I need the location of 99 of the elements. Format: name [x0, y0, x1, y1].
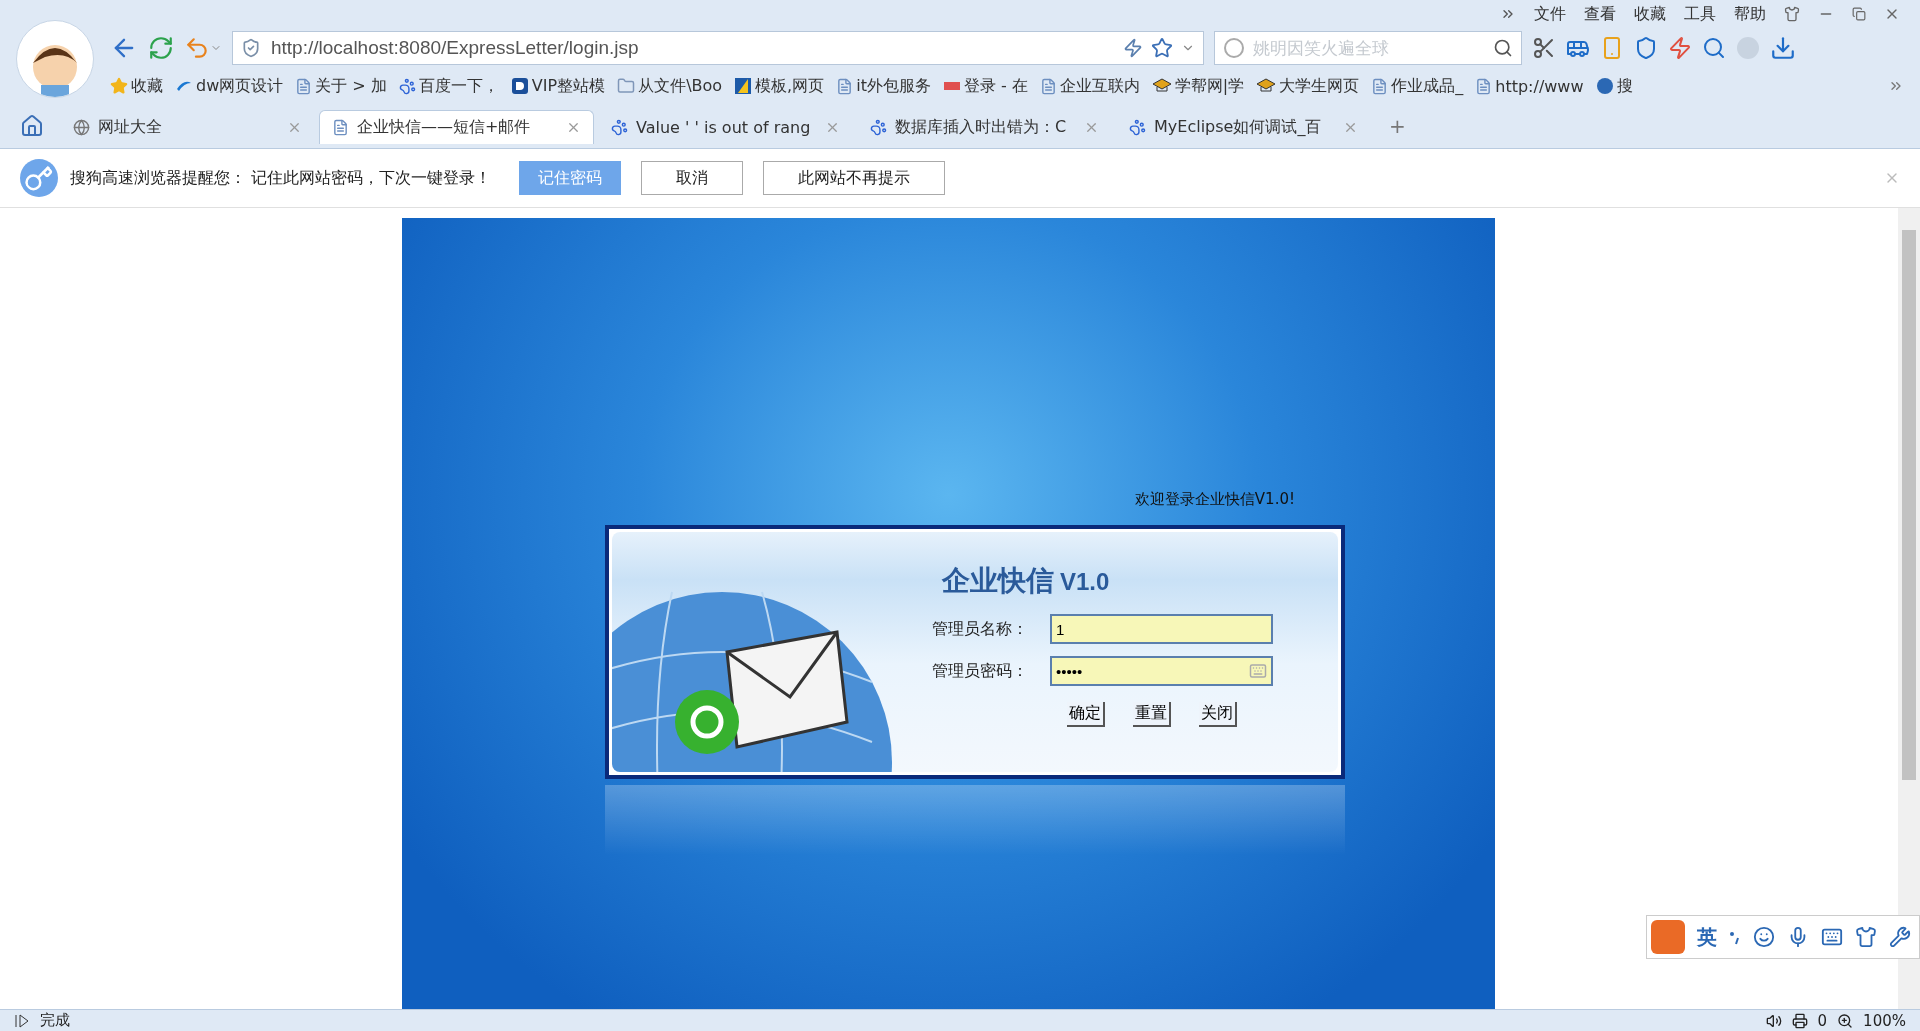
bookmark-item[interactable]: 搜 [1595, 75, 1633, 97]
lightning-icon[interactable] [1123, 38, 1143, 58]
hat-icon [1151, 78, 1172, 94]
bookmark-item[interactable]: it外包服务 [836, 75, 931, 97]
page-icon [332, 119, 349, 136]
paw-icon [1129, 119, 1146, 136]
search-engine-icon[interactable] [1223, 37, 1245, 59]
form-button[interactable]: 重置 [1133, 702, 1171, 727]
volume-icon[interactable] [1765, 1012, 1782, 1029]
field-label: 管理员名称： [932, 618, 1029, 640]
bookmark-item[interactable]: dw网页设计 [175, 75, 284, 97]
page-icon [1475, 77, 1493, 95]
notice-button[interactable]: 取消 [641, 161, 744, 195]
tile-icon [734, 77, 753, 95]
bookmark-item[interactable]: 收藏 [110, 75, 163, 97]
star-icon[interactable] [1151, 37, 1173, 59]
status-text: 完成 [40, 1011, 70, 1030]
bookmark-item[interactable]: http://www [1475, 76, 1584, 96]
punctuation-icon[interactable] [1729, 929, 1741, 945]
flash-icon[interactable] [1668, 36, 1692, 60]
undo-icon [184, 35, 210, 61]
zoom-icon[interactable] [1837, 1012, 1854, 1029]
undo-button[interactable] [184, 35, 222, 61]
close-icon[interactable] [287, 120, 302, 135]
home-icon[interactable] [20, 114, 44, 138]
restore-icon[interactable] [1852, 7, 1866, 21]
settings-icon[interactable] [1889, 926, 1911, 948]
page-icon [1371, 77, 1389, 95]
notice-button[interactable]: 此网站不再提示 [763, 161, 946, 195]
star-icon [110, 77, 128, 95]
circle-logo-icon [1595, 77, 1614, 95]
close-icon[interactable] [1084, 120, 1099, 135]
shield-icon[interactable] [1634, 36, 1658, 60]
field-label: 管理员密码： [932, 660, 1029, 682]
swirl-icon [175, 79, 193, 93]
badge-icon [510, 77, 529, 95]
search-icon[interactable] [1702, 36, 1726, 60]
bookmark-item[interactable]: 学帮网|学 [1151, 75, 1245, 97]
key-icon [20, 159, 58, 197]
app-title: 企业快信 V1.0 [942, 563, 1111, 599]
form-button[interactable]: 关闭 [1199, 702, 1237, 727]
search-icon[interactable] [1493, 38, 1513, 58]
browser-tab[interactable]: 企业快信——短信+邮件 [319, 110, 594, 144]
paw-icon [398, 77, 416, 95]
menu-item[interactable]: 查看 [1584, 3, 1616, 25]
username-field[interactable]: 1 [1050, 614, 1273, 644]
refresh-icon[interactable] [148, 35, 174, 61]
browser-tab[interactable]: Value ' ' is out of rang [598, 110, 853, 144]
page-icon [295, 77, 313, 95]
search-field[interactable]: 姚明因笑火遍全球 [1251, 37, 1487, 59]
bookmark-item[interactable]: 百度一下， [398, 75, 499, 97]
close-icon[interactable] [825, 120, 840, 135]
scrollbar[interactable] [1898, 208, 1920, 1009]
zoom-level[interactable]: 100% [1863, 1011, 1906, 1030]
scissors-icon[interactable] [1532, 36, 1556, 60]
skin-icon[interactable] [1784, 6, 1800, 22]
url-field[interactable]: http://localhost:8080/ExpressLetter/login.jsp [269, 36, 1115, 60]
globe-icon [73, 119, 90, 136]
bookmark-item[interactable]: VIP整站模 [510, 75, 606, 97]
browser-tab[interactable]: 网址大全 [60, 110, 315, 144]
printer-icon[interactable] [1791, 1012, 1808, 1029]
bookmark-item[interactable]: 从文件\Boo [617, 75, 723, 97]
address-bar[interactable]: http://localhost:8080/ExpressLetter/login.jsp [232, 31, 1204, 65]
shield-icon [241, 38, 261, 58]
password-field[interactable]: ••••• [1050, 656, 1273, 686]
keyboard-icon[interactable] [1821, 926, 1843, 948]
download-icon[interactable] [1770, 35, 1796, 61]
menu-item[interactable]: 帮助 [1734, 3, 1766, 25]
ime-logo-icon [1651, 920, 1685, 954]
menu-item[interactable]: 工具 [1684, 3, 1716, 25]
ime-mode[interactable]: 英 [1697, 923, 1717, 951]
form-button[interactable]: 确定 [1067, 702, 1105, 727]
bookmark-item[interactable]: 企业互联内 [1039, 75, 1140, 97]
bookmark-item[interactable]: 大学生网页 [1256, 75, 1360, 97]
close-icon[interactable] [1343, 120, 1358, 135]
page-icon [836, 77, 854, 95]
folder-icon [617, 77, 636, 95]
browser-tab[interactable]: MyEclipse如何调试_百 [1116, 110, 1371, 144]
browser-tab[interactable]: 数据库插入时出错为：C [857, 110, 1112, 144]
close-icon[interactable] [566, 120, 581, 135]
bookmark-item[interactable]: 登录 - 在 [942, 75, 1028, 97]
sidebar-toggle-icon[interactable] [14, 1013, 30, 1028]
emoji-icon[interactable] [1753, 926, 1775, 948]
notice-message: 搜狗高速浏览器提醒您： 记住此网站密码，下次一键登录！ [70, 167, 492, 189]
bookmark-item[interactable]: 模板,网页 [734, 75, 825, 97]
bookmark-item[interactable]: 作业成品_ [1371, 75, 1464, 97]
page-icon [1039, 77, 1057, 95]
download-count[interactable]: 0 [1817, 1011, 1828, 1030]
search-box[interactable]: 姚明因笑火遍全球 [1214, 31, 1522, 65]
tag-icon [942, 80, 961, 92]
paw-icon [870, 119, 887, 136]
paw-icon [611, 119, 628, 136]
skin-icon[interactable] [1855, 926, 1877, 948]
menu-item[interactable]: 收藏 [1634, 3, 1666, 25]
welcome-text: 欢迎登录企业快信V1.0! [1133, 490, 1295, 509]
hat-icon [1256, 78, 1277, 94]
bookmark-item[interactable]: 关于 > 加 [295, 75, 387, 97]
menu-item[interactable]: 文件 [1534, 3, 1566, 25]
new-tab-button[interactable]: + [1375, 114, 1420, 144]
